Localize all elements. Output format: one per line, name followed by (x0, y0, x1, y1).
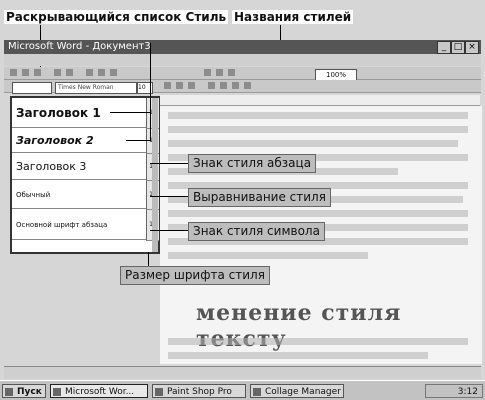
taskbar: Пуск Microsoft Wor... Paint Shop Pro Col… (0, 380, 485, 400)
preview-icon[interactable] (66, 69, 73, 76)
minimize-button[interactable]: _ (437, 41, 451, 54)
window-title: Microsoft Word - Документ3 (8, 41, 151, 52)
task-label: Microsoft Wor... (65, 387, 135, 397)
save-icon[interactable] (34, 69, 41, 76)
style-item-heading-3[interactable]: Заголовок 3 (12, 154, 146, 180)
ruler[interactable] (160, 95, 480, 106)
text-line (168, 352, 428, 359)
bold-icon[interactable] (164, 82, 171, 89)
justify-icon[interactable] (244, 82, 251, 89)
leader-alignment (150, 196, 188, 197)
paste-icon[interactable] (110, 69, 117, 76)
align-left-icon[interactable] (208, 82, 215, 89)
style-item-heading-2[interactable]: Заголовок 2 (12, 129, 146, 153)
print-icon[interactable] (54, 69, 61, 76)
callout-alignment: Выравнивание стиля (188, 188, 331, 207)
text-line (168, 126, 468, 133)
collage-app-icon (253, 388, 261, 396)
close-button[interactable]: × (465, 41, 479, 54)
task-paint-shop[interactable]: Paint Shop Pro (152, 384, 246, 398)
text-line (168, 338, 468, 345)
title-bar: Microsoft Word - Документ3 _ □ × (4, 40, 481, 54)
leader-character-mark (150, 230, 188, 231)
text-line (168, 140, 458, 147)
columns-icon[interactable] (216, 69, 223, 76)
cut-icon[interactable] (86, 69, 93, 76)
task-label: Collage Manager (265, 387, 341, 397)
windows-logo-icon (5, 388, 13, 396)
style-list-scrollbar[interactable] (152, 98, 158, 252)
callout-style-dropdown: Раскрывающийся список Стиль (4, 10, 229, 24)
menu-bar[interactable] (4, 54, 481, 66)
style-item-normal[interactable]: Обычный (12, 181, 146, 209)
leader-paragraph-mark (150, 163, 188, 164)
system-tray: 3:12 (425, 384, 483, 398)
clock: 3:12 (457, 387, 478, 397)
italic-icon[interactable] (176, 82, 183, 89)
screenshot-page: Раскрывающийся список Стиль Названия сти… (0, 0, 485, 400)
underline-icon[interactable] (188, 82, 195, 89)
callout-paragraph-style-mark: Знак стиля абзаца (188, 154, 317, 173)
style-dropdown-list[interactable]: Заголовок 1 14 Заголовок 2 12 Заголовок … (10, 96, 160, 254)
start-label: Пуск (17, 387, 42, 397)
style-item-default-paragraph-font[interactable]: Основной шрифт абзаца (12, 210, 146, 240)
open-icon[interactable] (22, 69, 29, 76)
text-line (168, 112, 468, 119)
standard-toolbar[interactable] (4, 67, 481, 80)
align-right-icon[interactable] (232, 82, 239, 89)
start-button[interactable]: Пуск (2, 384, 46, 398)
text-line (168, 210, 468, 217)
leader-name-1 (110, 112, 150, 113)
callout-font-size: Размер шрифта стиля (120, 266, 270, 285)
text-line (168, 252, 368, 259)
drawing-icon[interactable] (228, 69, 235, 76)
copy-icon[interactable] (98, 69, 105, 76)
font-select[interactable]: Times New Roman (55, 82, 137, 94)
callout-character-style-mark: Знак стиля символа (188, 222, 325, 241)
word-app-icon (53, 388, 61, 396)
leader-font-size (148, 252, 149, 266)
align-center-icon[interactable] (220, 82, 227, 89)
task-word[interactable]: Microsoft Wor... (50, 384, 148, 398)
style-item-heading-1[interactable]: Заголовок 1 (12, 98, 146, 128)
leader-name-2 (126, 140, 150, 141)
paint-shop-app-icon (155, 388, 163, 396)
task-collage[interactable]: Collage Manager (250, 384, 344, 398)
new-icon[interactable] (10, 69, 17, 76)
status-bar (4, 366, 481, 379)
callout-style-names: Названия стилей (232, 10, 354, 24)
task-label: Paint Shop Pro (167, 387, 232, 397)
style-select[interactable] (12, 82, 52, 94)
maximize-button[interactable]: □ (451, 41, 465, 54)
table-icon[interactable] (204, 69, 211, 76)
leader-name-vertical (150, 43, 151, 141)
